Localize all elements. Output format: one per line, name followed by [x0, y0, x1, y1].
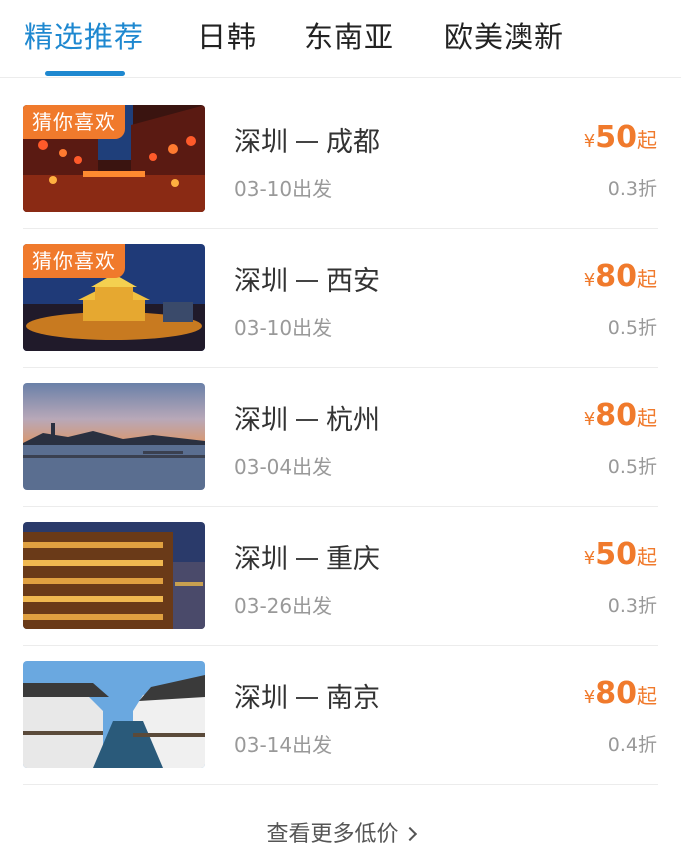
price: ¥50起	[584, 120, 657, 155]
currency-symbol: ¥	[583, 548, 596, 569]
destination-tabs: 精选推荐 日韩 东南亚 欧美澳新	[0, 0, 681, 78]
deal-row-hangzhou[interactable]: 深圳 杭州 03-04出发 ¥80起 0.5折	[0, 368, 681, 507]
currency-symbol: ¥	[583, 270, 596, 291]
departure-date: 03-26出发	[234, 594, 333, 618]
price-suffix: 起	[637, 406, 657, 430]
price: ¥50起	[584, 537, 657, 572]
origin-city: 深圳	[234, 127, 288, 158]
chevron-right-icon	[402, 826, 417, 842]
route: 深圳 南京	[234, 676, 380, 715]
route-arrow-icon	[296, 418, 318, 421]
chongqing-hongyadong-image	[23, 522, 205, 629]
guess-you-like-tag: 猜你喜欢	[23, 244, 125, 278]
price-amount: 80	[595, 398, 637, 433]
chengdu-photo: 猜你喜欢	[23, 105, 205, 212]
price-suffix: 起	[637, 128, 657, 152]
route: 深圳 成都	[234, 120, 380, 159]
price: ¥80起	[584, 259, 657, 294]
tab-europe-america-oceania[interactable]: 欧美澳新	[444, 14, 564, 56]
route: 深圳 杭州	[234, 398, 380, 437]
xian-photo: 猜你喜欢	[23, 244, 205, 351]
price: ¥80起	[584, 398, 657, 433]
origin-city: 深圳	[234, 544, 288, 575]
deal-row-nanjing[interactable]: 深圳 南京 03-14出发 ¥80起 0.4折	[0, 646, 681, 785]
tab-japan-korea[interactable]: 日韩	[197, 14, 257, 56]
view-more-label: 查看更多低价	[266, 822, 399, 847]
deal-row-chongqing[interactable]: 深圳 重庆 03-26出发 ¥50起 0.3折	[0, 507, 681, 646]
hangzhou-photo	[23, 383, 205, 490]
destination-city: 南京	[326, 683, 380, 714]
price-suffix: 起	[637, 545, 657, 569]
price-amount: 80	[595, 259, 637, 294]
discount: 0.3折	[607, 178, 657, 200]
guess-you-like-tag: 猜你喜欢	[23, 105, 125, 139]
destination-city: 杭州	[326, 405, 380, 436]
price-amount: 80	[595, 676, 637, 711]
discount: 0.5折	[607, 317, 657, 339]
departure-date: 03-10出发	[234, 177, 333, 201]
price-suffix: 起	[637, 684, 657, 708]
price-amount: 50	[595, 120, 637, 155]
price: ¥80起	[584, 676, 657, 711]
currency-symbol: ¥	[583, 131, 596, 152]
hangzhou-west-lake-dusk-image	[23, 383, 205, 490]
route-arrow-icon	[296, 279, 318, 282]
deal-row-xian[interactable]: 猜你喜欢 深圳 西安 03-10出发 ¥80起 0.5折	[0, 229, 681, 368]
discount: 0.3折	[607, 595, 657, 617]
tab-southeast-asia[interactable]: 东南亚	[304, 14, 394, 56]
destination-city: 重庆	[326, 544, 380, 575]
price-amount: 50	[595, 537, 637, 572]
departure-date: 03-14出发	[234, 733, 333, 757]
water-town-canal-image	[23, 661, 205, 768]
row-divider	[23, 784, 658, 785]
route: 深圳 重庆	[234, 537, 380, 576]
destination-city: 成都	[326, 127, 380, 158]
currency-symbol: ¥	[583, 687, 596, 708]
chongqing-photo	[23, 522, 205, 629]
route-arrow-icon	[296, 140, 318, 143]
route-arrow-icon	[296, 557, 318, 560]
destination-city: 西安	[326, 266, 380, 297]
view-more-low-prices-link[interactable]: 查看更多低价	[0, 816, 681, 848]
nanjing-photo	[23, 661, 205, 768]
route-arrow-icon	[296, 696, 318, 699]
discount: 0.4折	[607, 734, 657, 756]
route: 深圳 西安	[234, 259, 380, 298]
departure-date: 03-04出发	[234, 455, 333, 479]
deal-row-chengdu[interactable]: 猜你喜欢 深圳 成都 03-10出发 ¥50起 0.3折	[0, 90, 681, 229]
departure-date: 03-10出发	[234, 316, 333, 340]
tab-featured[interactable]: 精选推荐	[24, 14, 144, 56]
origin-city: 深圳	[234, 266, 288, 297]
price-suffix: 起	[637, 267, 657, 291]
origin-city: 深圳	[234, 683, 288, 714]
discount: 0.5折	[607, 456, 657, 478]
origin-city: 深圳	[234, 405, 288, 436]
active-tab-indicator	[45, 71, 125, 76]
currency-symbol: ¥	[583, 409, 596, 430]
